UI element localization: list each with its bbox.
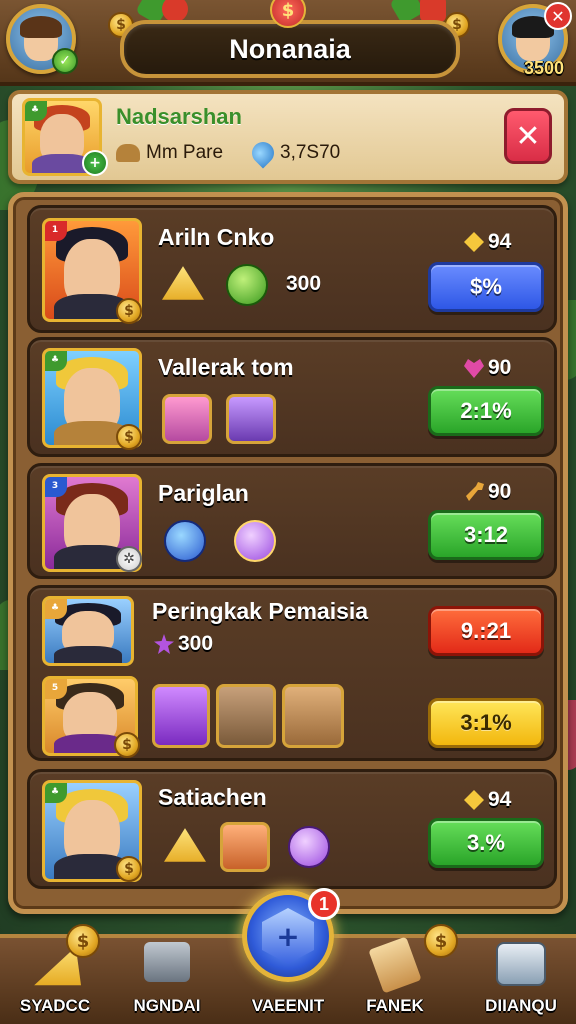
stat-value-text: 3,7S70 [280,142,341,163]
nav-label: FANEK [366,996,424,1015]
leaderboard-frame: 1 $ Ariln Cnko 300 94 $% ♣ $ Vallerak to… [8,192,568,914]
mini-character-card [216,684,276,748]
score: 90 [464,356,511,380]
leaf-tag-icon: ♣ [45,783,67,803]
purple-orb-icon [234,520,276,562]
mini-character-card [162,394,212,444]
action-button[interactable]: 3:12 [428,510,544,560]
nav-item-diianqu[interactable]: DIIANQU [466,938,576,1024]
panel-close-button[interactable]: ✕ [504,108,552,164]
rank-tag-icon: 3 [45,477,67,497]
nav-item-ngndai[interactable]: NGNDAI [112,938,222,1024]
hat-icon [116,144,140,162]
character-name: Pariglan [158,480,249,506]
cheese-icon [164,828,206,862]
list-item[interactable]: 3 ✲ Pariglan 90 3:12 [27,463,557,579]
leaf-tag-icon: ♣ [45,351,67,371]
wrench-icon [466,482,484,501]
score-value: 94 [488,788,512,811]
coin-icon: $ [116,424,142,450]
leaf-tag-icon: ♣ [25,101,47,121]
item-amount: 300 [286,272,322,295]
score-value: 90 [488,480,512,503]
score: 94 [464,230,511,254]
item-amount: 300 [154,632,213,656]
action-button[interactable]: 2:1% [428,386,544,436]
gold-gem-icon [464,232,484,252]
coin-icon: $ [114,732,140,758]
action-button[interactable]: 3:1% [428,698,544,748]
coin-icon: $ [116,856,142,882]
nav-label: NGNDAI [133,996,201,1015]
heart-icon [464,359,484,378]
avatar-hair [20,16,62,38]
apple-ornament-icon [162,0,188,22]
coin-icon: $ [66,924,100,958]
character-name: Vallerak tom [158,354,294,380]
page-title: Nonanaia [229,33,351,64]
flag-ornament-icon [420,0,446,22]
nav-label: DIIANQU [485,996,557,1015]
player-stat-label: Mm Pare [116,142,223,164]
action-button[interactable]: $% [428,262,544,312]
character-portrait: ♣ [42,596,134,666]
action-button[interactable]: 9.:21 [428,606,544,656]
list-item[interactable]: ♣ $ Satiachen 94 3.% [27,769,557,889]
currency-amount: 3500 [523,58,564,78]
purple-ticket-card [152,684,210,748]
character-name: Peringkak Pemaisia [152,598,369,624]
mini-character-card [226,394,276,444]
gold-gem-icon [464,790,484,810]
list-item[interactable]: ♣ $ Vallerak tom 90 2:1% [27,337,557,457]
notification-badge: 1 [308,888,340,920]
coin-icon: $ [424,924,458,958]
chest-icon [496,942,546,986]
action-button[interactable]: 3.% [428,818,544,868]
score-value: 90 [488,356,512,379]
hammer-icon [144,942,190,982]
purple-star-icon [154,634,174,654]
rank-tag-icon: 5 [45,679,67,699]
score: 90 [464,480,511,504]
player-stat-value: 3,7S70 [247,137,341,169]
water-drop-icon [247,137,279,169]
blue-gem-icon: + [262,908,314,964]
blue-orb-icon [164,520,206,562]
coin-icon: ✓ [52,48,78,74]
score-value: 94 [488,230,512,253]
book-icon [368,936,422,994]
gear-icon: ✲ [116,546,142,572]
stat-label-text: Mm Pare [146,142,224,163]
rank-tag-icon: 1 [45,221,67,241]
portrait-body [53,646,123,663]
item-amount-value: 300 [178,632,214,655]
score: 94 [464,788,511,812]
title-plate: Nonanaia [120,20,460,78]
character-name: Ariln Cnko [158,224,275,250]
list-item[interactable]: 1 $ Ariln Cnko 300 94 $% [27,205,557,333]
green-orb-icon [226,264,268,306]
list-item[interactable]: ♣ Peringkak Pemaisia 300 9.:21 5 $ 3:1% [27,585,557,761]
purple-orb-icon [288,826,330,868]
mini-character-card [220,822,270,872]
mini-character-card [282,684,344,748]
top-bar: ✓ $ $ $ $ Nonanaia $ ✕ 3500 [0,0,576,86]
close-icon[interactable]: ✕ [544,2,572,30]
plus-badge-icon: + [82,150,108,176]
nav-label: VAEENIT [251,996,325,1015]
player-name: Nadsarshan [116,104,242,129]
character-name: Satiachen [158,784,267,810]
nav-label: SYADCC [19,996,91,1015]
coin-icon: $ [116,298,142,324]
cheese-icon [162,266,204,300]
leaf-tag-icon: ♣ [45,599,67,619]
player-panel: ♣ + Nadsarshan Mm Pare 3,7S70 ✕ [8,90,568,184]
